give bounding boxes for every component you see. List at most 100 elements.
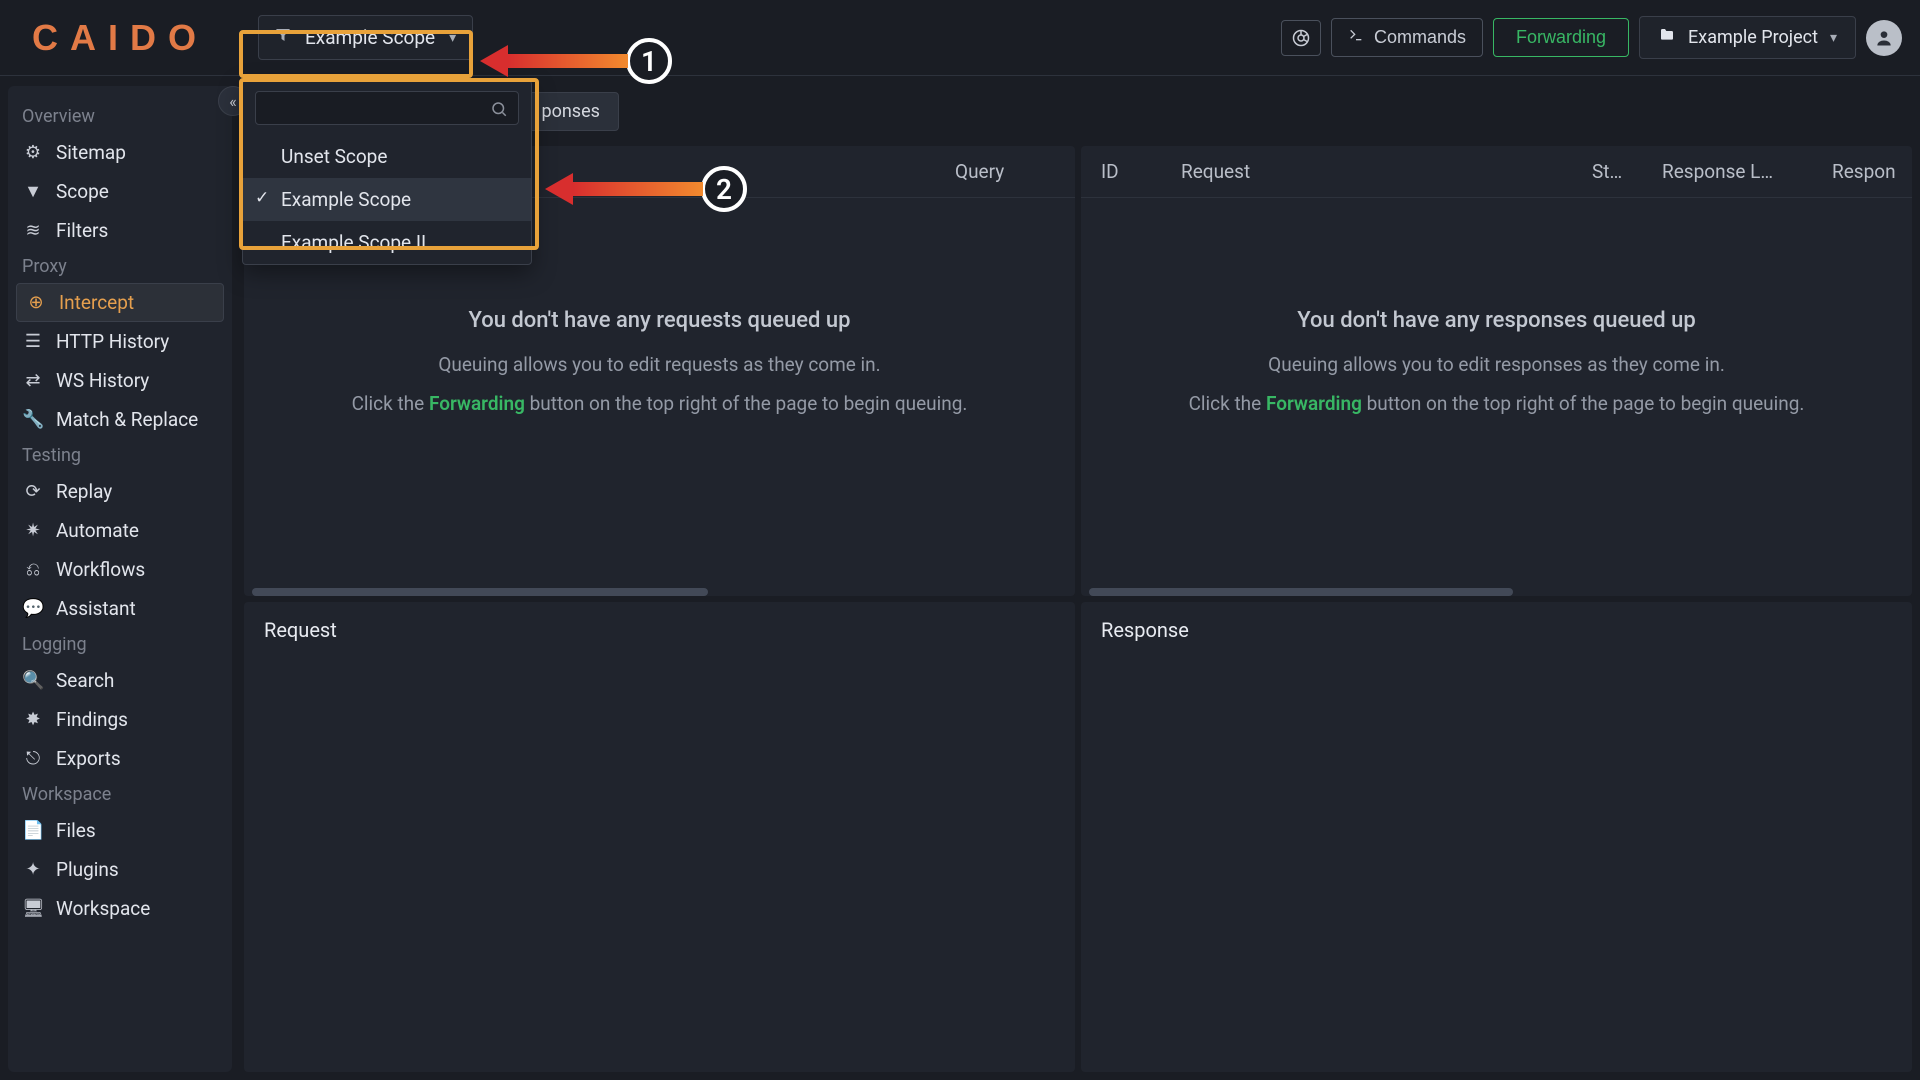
sidebar-item-label: Search	[56, 669, 114, 692]
sidebar-item-label: Filters	[56, 219, 108, 242]
search-icon: 🔍	[22, 670, 44, 691]
funnel-icon	[275, 27, 291, 48]
scope-search[interactable]	[255, 91, 519, 125]
empty-title: You don't have any responses queued up	[1081, 308, 1912, 333]
terminal-icon	[1348, 27, 1364, 48]
sidebar-item-assistant[interactable]: 💬 Assistant	[8, 589, 232, 628]
hscrollbar[interactable]	[1089, 588, 1904, 596]
sidebar-item-ws-history[interactable]: ⇄ WS History	[8, 361, 232, 400]
swap-icon: ⇄	[22, 370, 44, 391]
sidebar-item-match-replace[interactable]: 🔧 Match & Replace	[8, 400, 232, 439]
sidebar-item-label: Workspace	[56, 897, 150, 920]
bug-icon: ✷	[22, 520, 44, 541]
sidebar-item-filters[interactable]: ≋ Filters	[8, 211, 232, 250]
sidebar-item-intercept[interactable]: ⊕ Intercept	[16, 283, 224, 322]
topbar: CAIDO Example Scope ▾ Commands Forwardin…	[0, 0, 1920, 76]
scope-option-example-ii[interactable]: Example Scope II	[243, 221, 531, 264]
tab-responses[interactable]: ponses	[522, 92, 618, 131]
sidebar-item-http-history[interactable]: ☰ HTTP History	[8, 322, 232, 361]
col-id[interactable]: ID	[1081, 160, 1161, 183]
wrench-icon: 🔧	[22, 409, 44, 430]
sliders-icon: ≋	[22, 220, 44, 241]
sidebar-item-workflows[interactable]: ⎌ Workflows	[8, 550, 232, 589]
scope-select[interactable]: Example Scope ▾	[258, 15, 473, 60]
chat-icon: 💬	[22, 598, 44, 619]
project-select[interactable]: Example Project ▾	[1639, 16, 1856, 59]
responses-panel: ID Request St… Response L… Respon You do…	[1081, 146, 1912, 596]
col-query[interactable]: Query	[935, 160, 1075, 183]
sidebar-item-sitemap[interactable]: ⚙ Sitemap	[8, 133, 232, 172]
forwarding-button[interactable]: Forwarding	[1493, 18, 1629, 57]
col-request[interactable]: Request	[1161, 160, 1572, 183]
scope-option-unset[interactable]: Unset Scope	[243, 135, 531, 178]
project-label: Example Project	[1688, 27, 1818, 48]
col-status[interactable]: St…	[1572, 160, 1642, 183]
commands-button[interactable]: Commands	[1331, 18, 1483, 57]
col-response[interactable]: Respon	[1812, 160, 1912, 183]
chevron-down-icon: ▾	[449, 30, 456, 46]
sidebar-item-label: Intercept	[59, 291, 134, 314]
sidebar-item-label: Automate	[56, 519, 139, 542]
scope-label: Example Scope	[305, 26, 435, 49]
sidebar-item-label: HTTP History	[56, 330, 169, 353]
sidebar-item-plugins[interactable]: ✦ Plugins	[8, 850, 232, 889]
search-icon	[490, 100, 508, 118]
response-detail: Response	[1081, 602, 1912, 1072]
crosshair-icon: ⊕	[25, 292, 47, 313]
sidebar-item-files[interactable]: 📄 Files	[8, 811, 232, 850]
sidebar: « Overview ⚙Sitemap ▼Scope ≋Filters Prox…	[8, 86, 232, 1072]
responses-header: ID Request St… Response L… Respon	[1081, 146, 1912, 198]
sidebar-item-label: Findings	[56, 708, 128, 731]
sidebar-item-label: Files	[56, 819, 96, 842]
empty-hint: Click the Forwarding button on the top r…	[244, 392, 1075, 415]
empty-hint: Click the Forwarding button on the top r…	[1081, 392, 1912, 415]
request-detail: Request	[244, 602, 1075, 1072]
sidebar-item-label: Replay	[56, 480, 112, 503]
col-response-length[interactable]: Response L…	[1642, 160, 1812, 183]
empty-line: Queuing allows you to edit requests as t…	[244, 353, 1075, 376]
sidebar-item-exports[interactable]: ⎋ Exports	[8, 739, 232, 778]
branch-icon: ⎌	[22, 559, 44, 580]
section-logging: Logging	[8, 628, 232, 661]
export-icon: ⎋	[22, 748, 44, 769]
list-icon: ☰	[22, 331, 44, 352]
scope-option-example[interactable]: Example Scope	[243, 178, 531, 221]
sidebar-item-scope[interactable]: ▼Scope	[8, 172, 232, 211]
refresh-icon: ⟳	[22, 481, 44, 502]
hscrollbar[interactable]	[252, 588, 1067, 596]
sidebar-item-findings[interactable]: ✸Findings	[8, 700, 232, 739]
response-detail-title: Response	[1081, 602, 1912, 658]
scope-dropdown: Unset Scope Example Scope Example Scope …	[242, 80, 532, 265]
sidebar-item-label: Match & Replace	[56, 408, 198, 431]
section-testing: Testing	[8, 439, 232, 472]
sidebar-item-label: Exports	[56, 747, 121, 770]
avatar[interactable]	[1866, 20, 1902, 56]
sidebar-item-replay[interactable]: ⟳ Replay	[8, 472, 232, 511]
sidebar-item-workspace[interactable]: 🖥 Workspace	[8, 889, 232, 928]
commands-label: Commands	[1374, 27, 1466, 48]
sitemap-icon: ⚙	[22, 142, 44, 163]
sidebar-item-automate[interactable]: ✷ Automate	[8, 511, 232, 550]
sidebar-item-label: Workflows	[56, 558, 145, 581]
empty-line: Queuing allows you to edit responses as …	[1081, 353, 1912, 376]
file-icon: 📄	[22, 820, 44, 841]
sidebar-item-label: Assistant	[56, 597, 136, 620]
sidebar-item-label: WS History	[56, 369, 149, 392]
section-workspace: Workspace	[8, 778, 232, 811]
puzzle-icon: ✦	[22, 859, 44, 880]
sidebar-item-label: Scope	[56, 180, 109, 203]
section-proxy: Proxy	[8, 250, 232, 283]
logo: CAIDO	[32, 17, 208, 59]
forwarding-word: Forwarding	[429, 392, 525, 415]
chevron-down-icon: ▾	[1830, 30, 1837, 46]
sidebar-item-label: Plugins	[56, 858, 119, 881]
sidebar-item-label: Sitemap	[56, 141, 126, 164]
section-overview: Overview	[8, 100, 232, 133]
monitor-icon: 🖥	[22, 898, 44, 919]
browser-button[interactable]	[1281, 20, 1321, 56]
topbar-right: Commands Forwarding Example Project ▾	[1281, 16, 1902, 59]
request-detail-title: Request	[244, 602, 1075, 658]
empty-responses: You don't have any responses queued up Q…	[1081, 198, 1912, 415]
sidebar-item-search[interactable]: 🔍 Search	[8, 661, 232, 700]
folder-icon	[1658, 27, 1676, 48]
